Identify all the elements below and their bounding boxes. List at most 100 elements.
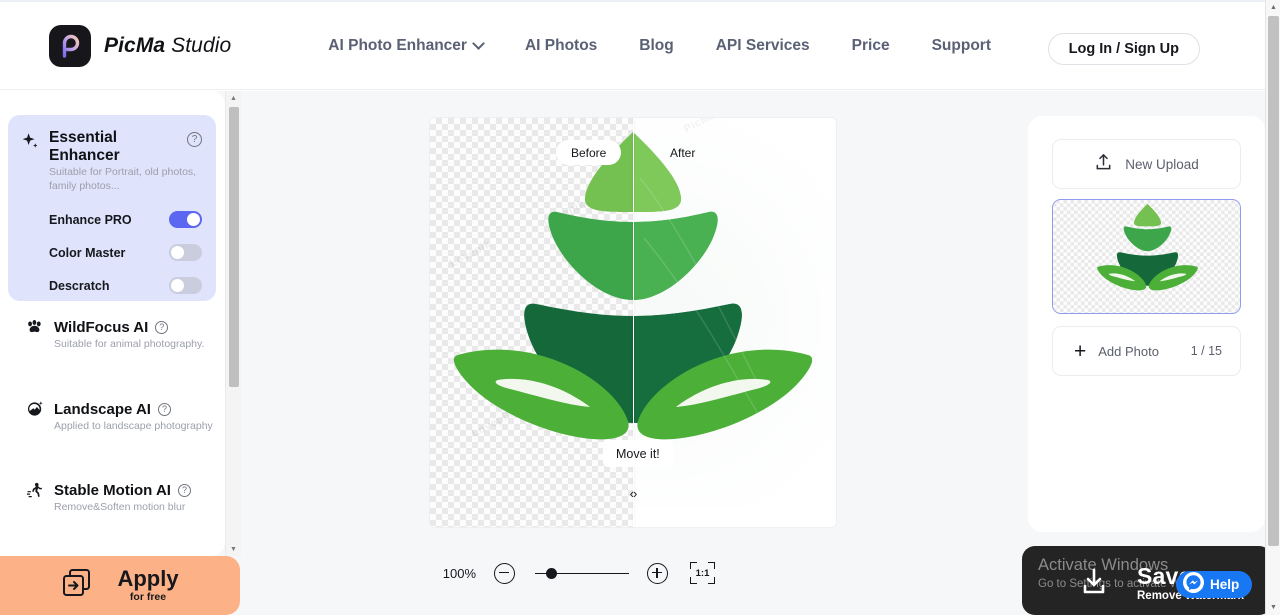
before-label: Before (556, 140, 622, 165)
scrollbar-thumb[interactable] (229, 107, 239, 387)
scroll-down-icon[interactable]: ▼ (226, 542, 241, 556)
new-upload-label: New Upload (1125, 156, 1199, 172)
help-chat-button[interactable]: Help (1176, 571, 1253, 598)
mode-card-essential-enhancer[interactable]: Essential Enhancer ? Suitable for Portra… (8, 115, 216, 301)
photo-count-label: 1 / 15 (1190, 344, 1222, 358)
nav-item-ai-photo-enhancer[interactable]: AI Photo Enhancer (328, 37, 504, 55)
enhancer-mode-panel: Essential Enhancer ? Suitable for Portra… (0, 91, 225, 556)
mode-title: Stable Motion AI (54, 482, 171, 499)
mode-subtitle: Applied to landscape photography (54, 420, 213, 432)
nav-item-api-services[interactable]: API Services (695, 37, 831, 55)
landscape-sparkle-icon (26, 400, 45, 418)
photo-manager-panel: New Upload + Add Photo 1 / 15 (1028, 116, 1265, 532)
help-icon-wildfocus[interactable]: ? (155, 321, 169, 334)
page-scroll-up-icon[interactable]: ▲ (1266, 0, 1280, 15)
toggle-descratch[interactable] (169, 277, 202, 294)
nav-item-support[interactable]: Support (911, 37, 1012, 55)
nav-label: AI Photos (524, 36, 598, 54)
page-scrollbar-thumb[interactable] (1268, 16, 1279, 546)
toggle-enhance-pro[interactable] (169, 211, 202, 228)
upload-icon (1094, 152, 1113, 177)
plus-circle-icon[interactable] (647, 562, 668, 584)
brand-name-bold: PicMa (104, 33, 166, 57)
mode-item-landscape-ai[interactable]: Landscape AI ? Applied to landscape phot… (26, 400, 216, 434)
mode-title: Landscape AI (54, 400, 151, 418)
zoom-slider-knob[interactable] (546, 567, 557, 579)
apply-label: Apply (117, 566, 179, 592)
new-upload-button[interactable]: New Upload (1052, 139, 1241, 189)
messenger-icon (1183, 571, 1204, 598)
plus-icon: + (1074, 339, 1087, 363)
chevron-down-icon (474, 39, 483, 48)
apply-arrow-icon (61, 568, 95, 603)
add-photo-label: Add Photo (1098, 343, 1159, 359)
nav-item-blog[interactable]: Blog (618, 37, 694, 55)
page-scroll-down-icon[interactable]: ▼ (1266, 600, 1280, 615)
minus-circle-icon[interactable] (494, 562, 515, 584)
brand[interactable]: PicMa Studio (49, 24, 231, 67)
mode-subtitle: Suitable for animal photography. (54, 338, 205, 350)
left-panel-scrollbar[interactable]: ▲ ▼ (225, 91, 241, 556)
comparison-slider-handle[interactable]: Move it! (603, 440, 673, 467)
apply-label-group: Apply for free (117, 568, 178, 603)
nav-item-ai-photos[interactable]: AI Photos (504, 37, 618, 55)
option-label: Descratch (49, 278, 110, 293)
login-signup-button[interactable]: Log In / Sign Up (1047, 33, 1200, 65)
option-row-enhance-pro: Enhance PRO (49, 203, 202, 236)
slider-arrows-icon[interactable]: ‹› (623, 486, 643, 501)
apply-sublabel: for free (129, 591, 167, 604)
nav-item-price[interactable]: Price (831, 37, 911, 55)
essential-subtitle: Suitable for Portrait, old photos, famil… (49, 166, 197, 192)
nav-label: AI Photo Enhancer (328, 36, 467, 54)
option-row-descratch: Descratch (49, 269, 202, 302)
help-icon-landscape[interactable]: ? (157, 402, 171, 416)
essential-header: Essential Enhancer ? (8, 115, 216, 165)
nav-label: Blog (639, 36, 674, 54)
comparison-canvas[interactable]: Lovepik Lovepik Lovepik Lovepik PicMa Pi… (430, 118, 836, 527)
help-label: Help (1210, 577, 1240, 592)
download-icon (1079, 568, 1109, 601)
photo-thumbnail-item[interactable] (1052, 199, 1241, 314)
zoom-slider[interactable] (535, 563, 629, 584)
zoom-toolbar: 100% 1:1 (430, 553, 836, 593)
option-label: Color Master (49, 245, 126, 260)
apply-button[interactable]: Apply for free (0, 556, 240, 615)
mode-header: WildFocus AI ? (26, 319, 216, 336)
page-scrollbar[interactable]: ▲ ▼ (1265, 0, 1280, 615)
main-nav: AI Photo Enhancer AI Photos Blog API Ser… (328, 37, 1012, 55)
nav-label: Support (931, 36, 991, 54)
toggle-knob (171, 246, 184, 259)
actual-size-label: 1:1 (695, 567, 710, 579)
essential-title: Essential Enhancer (49, 129, 120, 164)
after-label: After (670, 145, 696, 160)
enhancer-mode-list: Essential Enhancer ? Suitable for Portra… (0, 91, 225, 556)
mode-subtitle: Remove&Soften motion blur (54, 501, 186, 513)
mode-title: WildFocus AI (54, 319, 149, 336)
mode-item-wildfocus-ai[interactable]: WildFocus AI ? Suitable for animal photo… (26, 319, 216, 352)
mode-header: Stable Motion AI ? (26, 482, 216, 499)
nav-label: API Services (715, 36, 810, 54)
paw-icon (26, 319, 45, 336)
toggle-color-master[interactable] (169, 244, 202, 261)
zoom-percent-label: 100% (442, 565, 476, 581)
brand-name-light: Studio (171, 33, 232, 57)
help-icon-stable-motion[interactable]: ? (177, 484, 191, 497)
app-body: Essential Enhancer ? Suitable for Portra… (0, 91, 1265, 615)
mode-header: Landscape AI ? (26, 400, 216, 418)
scroll-up-icon[interactable]: ▲ (226, 91, 241, 105)
add-photo-button[interactable]: + Add Photo 1 / 15 (1052, 326, 1241, 376)
running-person-icon (26, 482, 45, 499)
toggle-knob (171, 279, 184, 292)
option-label: Enhance PRO (49, 212, 132, 227)
leaf-plant-thumbnail-artwork (1097, 203, 1198, 291)
actual-size-button[interactable]: 1:1 (690, 562, 715, 584)
site-header: PicMa Studio AI Photo Enhancer AI Photos… (0, 2, 1265, 90)
option-row-color-master: Color Master (49, 236, 202, 269)
picma-p-logo-icon (49, 24, 91, 67)
nav-label: Price (851, 36, 890, 54)
toggle-knob (187, 213, 200, 226)
mode-item-stable-motion-ai[interactable]: Stable Motion AI ? Remove&Soften motion … (26, 482, 216, 515)
help-icon-essential[interactable]: ? (187, 132, 202, 147)
sparkle-icon (21, 132, 40, 156)
brand-name: PicMa Studio (104, 34, 231, 58)
